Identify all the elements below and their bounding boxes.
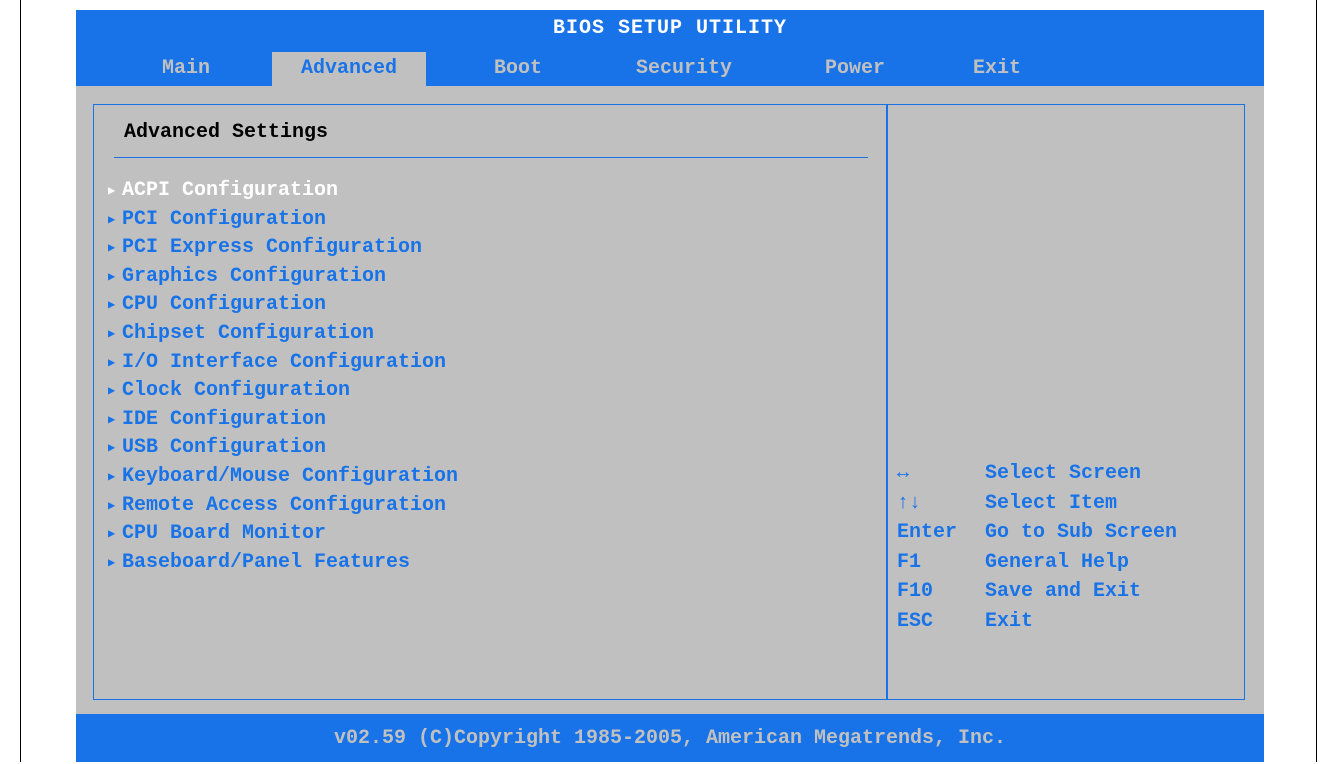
submenu-arrow-icon: ▶ [108, 298, 116, 313]
submenu-arrow-icon: ▶ [108, 469, 116, 484]
submenu-arrow-icon: ▶ [108, 412, 116, 427]
menu-item[interactable]: ▶ USB Configuration [108, 434, 458, 463]
submenu-arrow-icon: ▶ [108, 269, 116, 284]
help-action: Go to Sub Screen [985, 521, 1178, 545]
menu-item-label: Remote Access Configuration [122, 493, 447, 517]
menu-item-label: Baseboard/Panel Features [122, 550, 411, 574]
submenu-arrow-icon: ▶ [108, 241, 116, 256]
menu-item[interactable]: ▶ Graphics Configuration [108, 263, 458, 292]
submenu-arrow-icon: ▶ [108, 441, 116, 456]
bios-screen: BIOS SETUP UTILITY Main Advanced Boot Se… [76, 10, 1264, 762]
menu-item[interactable]: ▶ PCI Express Configuration [108, 234, 458, 263]
submenu-arrow-icon: ▶ [108, 355, 116, 370]
help-key: ↔ [897, 462, 910, 485]
menu-item-label: Chipset Configuration [122, 321, 375, 345]
submenu-arrow-icon: ▶ [108, 498, 116, 513]
help-row: ESC Exit [897, 607, 1177, 637]
help-action: Exit [985, 609, 1034, 633]
page-border-right [1316, 0, 1317, 762]
menu-item-label: Keyboard/Mouse Configuration [122, 464, 459, 488]
page-border-left [20, 0, 21, 762]
tab-exit[interactable]: Exit [952, 52, 1042, 86]
window-title: BIOS SETUP UTILITY [76, 10, 1264, 46]
section-divider [114, 157, 868, 158]
key-help-list: ↔ Select Screen ↑↓ Select Item Enter Go to Su… [897, 459, 1177, 637]
submenu-arrow-icon: ▶ [108, 212, 116, 227]
menu-item[interactable]: ▶ IDE Configuration [108, 406, 458, 435]
menu-item[interactable]: ▶ PCI Configuration [108, 206, 458, 235]
menu-item-label: CPU Configuration [122, 293, 327, 317]
tab-bar: Main Advanced Boot Security Power Exit [76, 46, 1264, 86]
help-row: F1 General Help [897, 548, 1177, 578]
help-row: F10 Save and Exit [897, 577, 1177, 607]
help-row: ↔ Select Screen [897, 459, 1177, 489]
help-row: ↑↓ Select Item [897, 489, 1177, 519]
menu-item[interactable]: ▶ Clock Configuration [108, 377, 458, 406]
menu-item-label: ACPI Configuration [122, 179, 339, 202]
menu-item[interactable]: ▶ Baseboard/Panel Features [108, 549, 458, 578]
menu-item-label: PCI Express Configuration [122, 236, 423, 260]
help-key: Enter [897, 521, 958, 545]
tab-main[interactable]: Main [116, 52, 256, 86]
settings-panel: Advanced Settings ▶ ACPI Configuration ▶ PC… [93, 104, 887, 700]
menu-item-label: USB Configuration [122, 436, 327, 460]
menu-item-label: Clock Configuration [122, 379, 351, 403]
copyright-footer: v02.59 (C)Copyright 1985-2005, American … [76, 714, 1264, 762]
section-title: Advanced Settings [124, 121, 329, 144]
menu-item[interactable]: ▶ CPU Board Monitor [108, 520, 458, 549]
submenu-arrow-icon: ▶ [108, 527, 116, 542]
menu-item[interactable]: ▶ ACPI Configuration [108, 177, 458, 206]
help-action: Save and Exit [985, 580, 1142, 604]
tab-boot[interactable]: Boot [468, 52, 568, 86]
help-action: Select Screen [985, 462, 1142, 485]
tab-power[interactable]: Power [800, 52, 910, 86]
menu-item-label: PCI Configuration [122, 207, 327, 231]
menu-item-label: IDE Configuration [122, 407, 327, 431]
submenu-arrow-icon: ▶ [108, 384, 116, 399]
menu-item-label: Graphics Configuration [122, 264, 387, 288]
help-panel: ↔ Select Screen ↑↓ Select Item Enter Go to Su… [887, 104, 1245, 700]
menu-item[interactable]: ▶ I/O Interface Configuration [108, 349, 458, 378]
help-key: F1 [897, 550, 922, 574]
help-action: Select Item [985, 491, 1118, 515]
menu-item[interactable]: ▶ CPU Configuration [108, 291, 458, 320]
submenu-arrow-icon: ▶ [108, 184, 116, 198]
submenu-arrow-icon: ▶ [108, 326, 116, 341]
help-action: General Help [985, 550, 1130, 574]
tab-advanced[interactable]: Advanced [272, 52, 426, 86]
menu-item[interactable]: ▶ Remote Access Configuration [108, 492, 458, 521]
help-key: ESC [897, 609, 934, 633]
help-key: ↑↓ [897, 491, 922, 515]
tab-security[interactable]: Security [604, 52, 764, 86]
menu-item-label: I/O Interface Configuration [122, 350, 447, 374]
settings-menu: ▶ ACPI Configuration ▶ PCI Configuration ▶ PC… [108, 177, 458, 577]
help-key: F10 [897, 580, 934, 604]
menu-item-label: CPU Board Monitor [122, 522, 327, 546]
menu-item[interactable]: ▶ Keyboard/Mouse Configuration [108, 463, 458, 492]
submenu-arrow-icon: ▶ [108, 555, 116, 570]
help-row: Enter Go to Sub Screen [897, 518, 1177, 548]
menu-item[interactable]: ▶ Chipset Configuration [108, 320, 458, 349]
